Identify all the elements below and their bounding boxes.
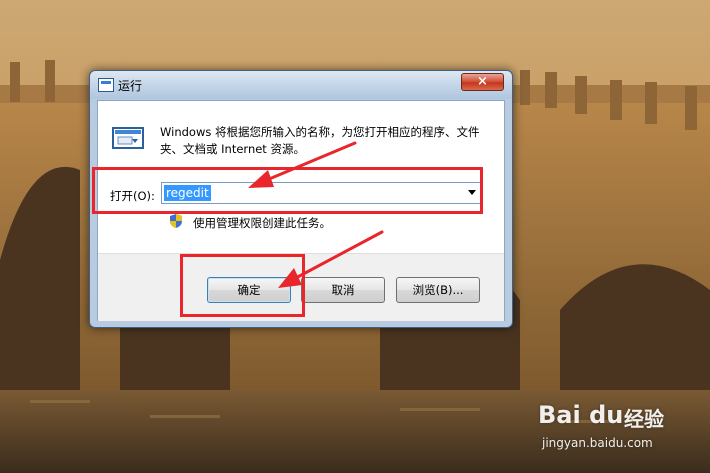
watermark-title: 经验 bbox=[624, 407, 664, 431]
baidu-watermark: Bai du 经验 jingyan.baidu.com bbox=[538, 401, 688, 461]
run-app-icon bbox=[98, 78, 114, 92]
baidu-logo: Bai du bbox=[538, 401, 624, 429]
ok-button[interactable]: 确定 bbox=[207, 277, 291, 303]
shield-icon bbox=[170, 214, 182, 228]
dialog-title: 运行 bbox=[118, 79, 143, 93]
combo-arrow-icon[interactable] bbox=[468, 190, 476, 195]
title-bar[interactable]: 运行 × bbox=[90, 71, 512, 99]
open-combobox[interactable]: regedit bbox=[161, 182, 481, 204]
dialog-description: Windows 将根据您所输入的名称，为您打开相应的程序、文件夹、文档或 Int… bbox=[160, 125, 480, 156]
open-input[interactable]: regedit bbox=[164, 185, 211, 201]
admin-privilege-note: 使用管理权限创建此任务。 bbox=[193, 216, 331, 230]
dialog-body: Windows 将根据您所输入的名称，为您打开相应的程序、文件夹、文档或 Int… bbox=[97, 100, 505, 321]
watermark-url: jingyan.baidu.com bbox=[542, 436, 653, 450]
close-icon: × bbox=[477, 74, 488, 89]
run-program-icon bbox=[112, 127, 144, 149]
run-dialog: 运行 × Windows 将根据您所输入的名称，为您打开相应的程序、文件夹、文档… bbox=[89, 70, 513, 328]
cancel-button[interactable]: 取消 bbox=[301, 277, 385, 303]
browse-button[interactable]: 浏览(B)... bbox=[396, 277, 480, 303]
open-label: 打开(O): bbox=[110, 189, 155, 203]
close-button[interactable]: × bbox=[461, 73, 504, 91]
